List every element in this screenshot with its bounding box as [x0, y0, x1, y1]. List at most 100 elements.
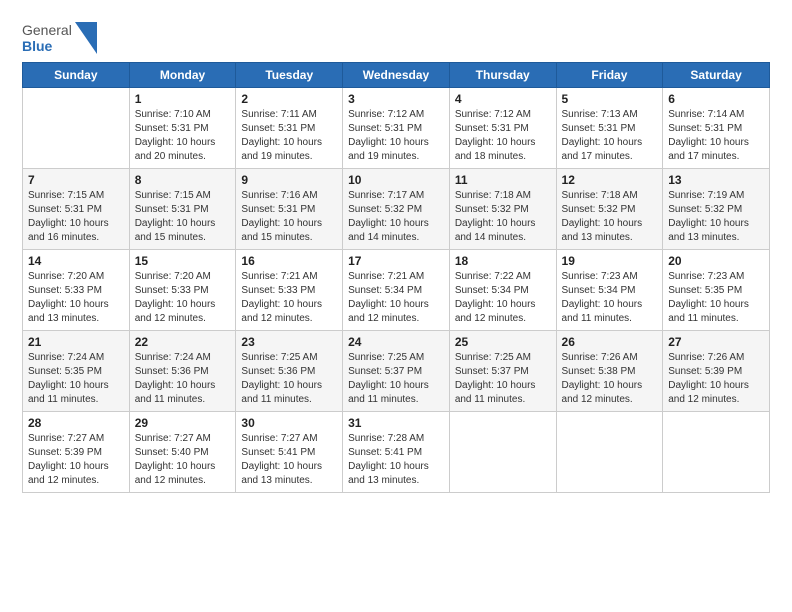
calendar-cell: 9 Sunrise: 7:16 AM Sunset: 5:31 PM Daylig…: [236, 169, 343, 250]
day-number: 8: [135, 173, 231, 187]
day-info: Sunrise: 7:22 AM Sunset: 5:34 PM Dayligh…: [455, 270, 551, 326]
calendar-cell: 12 Sunrise: 7:18 AM Sunset: 5:32 PM Dayli…: [556, 169, 663, 250]
day-info: Sunrise: 7:26 AM Sunset: 5:39 PM Dayligh…: [668, 351, 764, 407]
day-info: Sunrise: 7:27 AM Sunset: 5:40 PM Dayligh…: [135, 432, 231, 488]
calendar-cell: 13 Sunrise: 7:19 AM Sunset: 5:32 PM Dayli…: [663, 169, 770, 250]
day-number: 2: [241, 92, 337, 106]
day-number: 19: [562, 254, 658, 268]
day-info: Sunrise: 7:14 AM Sunset: 5:31 PM Dayligh…: [668, 108, 764, 164]
day-info: Sunrise: 7:21 AM Sunset: 5:33 PM Dayligh…: [241, 270, 337, 326]
day-number: 5: [562, 92, 658, 106]
calendar-cell: 21 Sunrise: 7:24 AM Sunset: 5:35 PM Dayli…: [23, 331, 130, 412]
calendar-cell: 31 Sunrise: 7:28 AM Sunset: 5:41 PM Dayli…: [343, 412, 450, 493]
day-info: Sunrise: 7:20 AM Sunset: 5:33 PM Dayligh…: [135, 270, 231, 326]
calendar-cell: 15Sunrise: 7:20 AM Sunset: 5:33 PM Dayli…: [129, 250, 236, 331]
day-number: 31: [348, 416, 444, 430]
day-number: 24: [348, 335, 444, 349]
calendar-cell: 3Sunrise: 7:12 AM Sunset: 5:31 PM Daylig…: [343, 88, 450, 169]
calendar-cell: 7 Sunrise: 7:15 AM Sunset: 5:31 PM Daylig…: [23, 169, 130, 250]
day-number: 23: [241, 335, 337, 349]
day-info: Sunrise: 7:17 AM Sunset: 5:32 PM Dayligh…: [348, 189, 444, 245]
day-info: Sunrise: 7:24 AM Sunset: 5:35 PM Dayligh…: [28, 351, 124, 407]
day-number: 22: [135, 335, 231, 349]
page: General Blue SundayMondayTuesdayWednesda…: [0, 0, 792, 612]
calendar-cell: [556, 412, 663, 493]
calendar-week-row: 7 Sunrise: 7:15 AM Sunset: 5:31 PM Daylig…: [23, 169, 770, 250]
calendar-cell: [663, 412, 770, 493]
day-info: Sunrise: 7:27 AM Sunset: 5:39 PM Dayligh…: [28, 432, 124, 488]
day-number: 11: [455, 173, 551, 187]
day-info: Sunrise: 7:16 AM Sunset: 5:31 PM Dayligh…: [241, 189, 337, 245]
calendar-week-row: 28Sunrise: 7:27 AM Sunset: 5:39 PM Dayli…: [23, 412, 770, 493]
calendar-cell: 10 Sunrise: 7:17 AM Sunset: 5:32 PM Dayli…: [343, 169, 450, 250]
calendar-cell: 17Sunrise: 7:21 AM Sunset: 5:34 PM Dayli…: [343, 250, 450, 331]
day-info: Sunrise: 7:26 AM Sunset: 5:38 PM Dayligh…: [562, 351, 658, 407]
day-info: Sunrise: 7:25 AM Sunset: 5:37 PM Dayligh…: [455, 351, 551, 407]
day-info: Sunrise: 7:25 AM Sunset: 5:36 PM Dayligh…: [241, 351, 337, 407]
calendar-cell: 29 Sunrise: 7:27 AM Sunset: 5:40 PM Dayli…: [129, 412, 236, 493]
day-info: Sunrise: 7:19 AM Sunset: 5:32 PM Dayligh…: [668, 189, 764, 245]
calendar-cell: 2 Sunrise: 7:11 AM Sunset: 5:31 PM Daylig…: [236, 88, 343, 169]
calendar-cell: 4 Sunrise: 7:12 AM Sunset: 5:31 PM Daylig…: [449, 88, 556, 169]
logo-arrow-icon: [75, 22, 97, 54]
calendar-cell: 27 Sunrise: 7:26 AM Sunset: 5:39 PM Dayli…: [663, 331, 770, 412]
weekday-header: Saturday: [663, 63, 770, 88]
day-info: Sunrise: 7:27 AM Sunset: 5:41 PM Dayligh…: [241, 432, 337, 488]
day-info: Sunrise: 7:18 AM Sunset: 5:32 PM Dayligh…: [455, 189, 551, 245]
calendar-cell: 18 Sunrise: 7:22 AM Sunset: 5:34 PM Dayli…: [449, 250, 556, 331]
day-info: Sunrise: 7:12 AM Sunset: 5:31 PM Dayligh…: [455, 108, 551, 164]
calendar-week-row: 14 Sunrise: 7:20 AM Sunset: 5:33 PM Dayli…: [23, 250, 770, 331]
day-info: Sunrise: 7:23 AM Sunset: 5:35 PM Dayligh…: [668, 270, 764, 326]
day-number: 6: [668, 92, 764, 106]
calendar-cell: 11 Sunrise: 7:18 AM Sunset: 5:32 PM Dayli…: [449, 169, 556, 250]
day-number: 18: [455, 254, 551, 268]
day-info: Sunrise: 7:21 AM Sunset: 5:34 PM Dayligh…: [348, 270, 444, 326]
weekday-header: Sunday: [23, 63, 130, 88]
day-info: Sunrise: 7:25 AM Sunset: 5:37 PM Dayligh…: [348, 351, 444, 407]
day-number: 21: [28, 335, 124, 349]
day-number: 12: [562, 173, 658, 187]
weekday-header: Friday: [556, 63, 663, 88]
weekday-header: Monday: [129, 63, 236, 88]
day-number: 13: [668, 173, 764, 187]
weekday-header: Wednesday: [343, 63, 450, 88]
day-number: 20: [668, 254, 764, 268]
calendar-cell: 30 Sunrise: 7:27 AM Sunset: 5:41 PM Dayli…: [236, 412, 343, 493]
day-number: 30: [241, 416, 337, 430]
weekday-header: Thursday: [449, 63, 556, 88]
day-info: Sunrise: 7:10 AM Sunset: 5:31 PM Dayligh…: [135, 108, 231, 164]
calendar-cell: 25Sunrise: 7:25 AM Sunset: 5:37 PM Dayli…: [449, 331, 556, 412]
calendar-cell: 16 Sunrise: 7:21 AM Sunset: 5:33 PM Dayli…: [236, 250, 343, 331]
day-number: 27: [668, 335, 764, 349]
day-number: 26: [562, 335, 658, 349]
calendar-week-row: 21 Sunrise: 7:24 AM Sunset: 5:35 PM Dayli…: [23, 331, 770, 412]
day-number: 14: [28, 254, 124, 268]
calendar: SundayMondayTuesdayWednesdayThursdayFrid…: [22, 62, 770, 493]
day-number: 16: [241, 254, 337, 268]
calendar-cell: 5 Sunrise: 7:13 AM Sunset: 5:31 PM Daylig…: [556, 88, 663, 169]
calendar-cell: 28Sunrise: 7:27 AM Sunset: 5:39 PM Dayli…: [23, 412, 130, 493]
day-number: 3: [348, 92, 444, 106]
calendar-cell: 23 Sunrise: 7:25 AM Sunset: 5:36 PM Dayli…: [236, 331, 343, 412]
logo: General Blue: [22, 22, 97, 54]
calendar-cell: 24 Sunrise: 7:25 AM Sunset: 5:37 PM Dayli…: [343, 331, 450, 412]
day-info: Sunrise: 7:18 AM Sunset: 5:32 PM Dayligh…: [562, 189, 658, 245]
calendar-cell: [23, 88, 130, 169]
day-info: Sunrise: 7:15 AM Sunset: 5:31 PM Dayligh…: [28, 189, 124, 245]
day-info: Sunrise: 7:11 AM Sunset: 5:31 PM Dayligh…: [241, 108, 337, 164]
calendar-cell: 6 Sunrise: 7:14 AM Sunset: 5:31 PM Daylig…: [663, 88, 770, 169]
calendar-cell: 14Sunrise: 7:20 AM Sunset: 5:33 PM Dayli…: [23, 250, 130, 331]
day-number: 29: [135, 416, 231, 430]
day-number: 7: [28, 173, 124, 187]
calendar-cell: 1 Sunrise: 7:10 AM Sunset: 5:31 PM Daylig…: [129, 88, 236, 169]
day-number: 10: [348, 173, 444, 187]
header: General Blue: [22, 18, 770, 54]
day-info: Sunrise: 7:13 AM Sunset: 5:31 PM Dayligh…: [562, 108, 658, 164]
day-info: Sunrise: 7:28 AM Sunset: 5:41 PM Dayligh…: [348, 432, 444, 488]
day-number: 4: [455, 92, 551, 106]
day-info: Sunrise: 7:15 AM Sunset: 5:31 PM Dayligh…: [135, 189, 231, 245]
day-info: Sunrise: 7:23 AM Sunset: 5:34 PM Dayligh…: [562, 270, 658, 326]
day-number: 1: [135, 92, 231, 106]
day-number: 9: [241, 173, 337, 187]
calendar-cell: 22Sunrise: 7:24 AM Sunset: 5:36 PM Dayli…: [129, 331, 236, 412]
